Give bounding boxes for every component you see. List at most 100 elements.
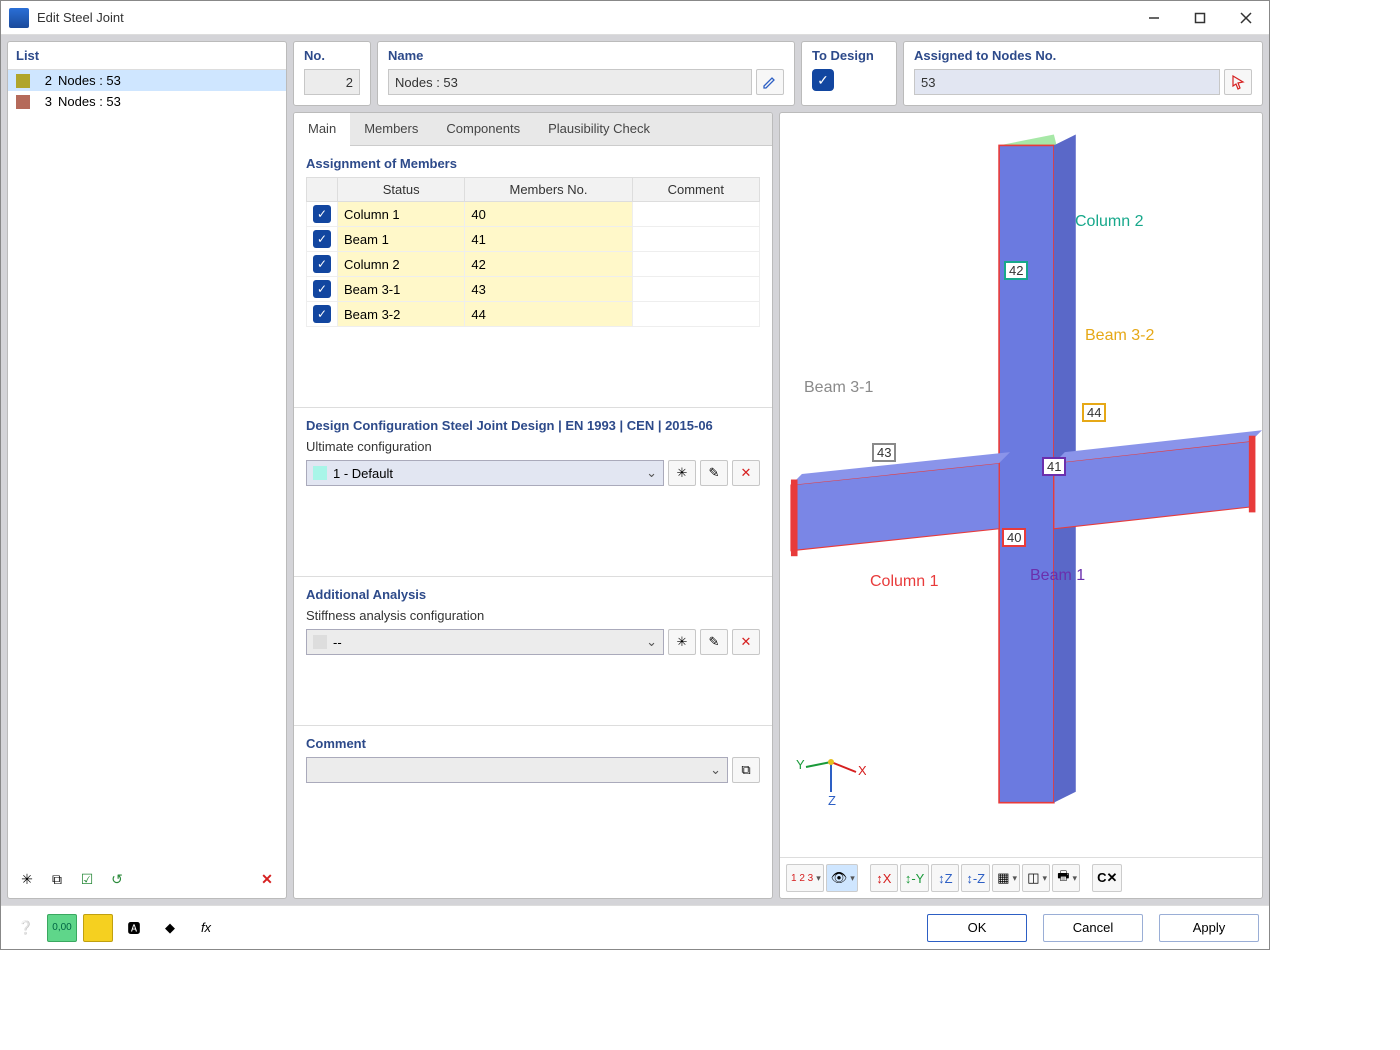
color-button[interactable] [83, 914, 113, 942]
minimize-button[interactable] [1131, 1, 1177, 35]
table-row[interactable]: ✓Beam 141 [307, 227, 760, 252]
numbering-button[interactable]: 1 2 3▾ [786, 864, 824, 892]
cell-comment [632, 277, 759, 302]
list-item[interactable]: 3 Nodes : 53 [8, 91, 286, 112]
copy-item-button[interactable]: ⧉ [44, 866, 70, 892]
row-checkbox[interactable]: ✓ [313, 255, 331, 273]
design-config-sub: Ultimate configuration [306, 439, 760, 454]
view-mode-button[interactable]: 👁▾ [826, 864, 858, 892]
list-toolbar: ✳ ⧉ ☑ ↺ ✕ [8, 860, 286, 898]
additional-title: Additional Analysis [306, 587, 760, 602]
delete-config-button[interactable]: ✕ [732, 460, 760, 486]
assigned-input[interactable] [914, 69, 1220, 95]
view-y-button[interactable]: ↕-Y [900, 864, 930, 892]
cell-status: Column 1 [338, 202, 465, 227]
view-x-button[interactable]: ↕X [870, 864, 898, 892]
card-name: Name [377, 41, 795, 106]
pick-nodes-button[interactable] [1224, 69, 1252, 95]
body-row: Main Members Components Plausibility Che… [293, 112, 1263, 899]
delete-item-button[interactable]: ✕ [254, 866, 280, 892]
tab-plausibility[interactable]: Plausibility Check [534, 113, 664, 145]
list-item-label: Nodes : 53 [58, 73, 121, 88]
card-to-design: To Design ✓ [801, 41, 897, 106]
cell-comment [632, 227, 759, 252]
close-button[interactable] [1223, 1, 1269, 35]
col-comment: Comment [632, 178, 759, 202]
col-status: Status [338, 178, 465, 202]
print-button[interactable]: 🖶▾ [1052, 864, 1080, 892]
row-checkbox[interactable]: ✓ [313, 205, 331, 223]
rendering-button[interactable]: ▦▾ [992, 864, 1020, 892]
new-stiffness-button[interactable]: ✳ [668, 629, 696, 655]
wireframe-button[interactable]: ◫▾ [1022, 864, 1050, 892]
cell-comment [632, 302, 759, 327]
comment-library-button[interactable]: ⧉ [732, 757, 760, 783]
viewer-canvas[interactable]: Column 2Beam 3-2Beam 3-1Column 1Beam 142… [780, 113, 1262, 857]
cell-members-no: 44 [465, 302, 632, 327]
ultimate-config-dropdown[interactable]: 1 - Default ⌄ [306, 460, 664, 486]
card-assigned: Assigned to Nodes No. [903, 41, 1263, 106]
comment-title: Comment [306, 736, 760, 751]
cell-status: Column 2 [338, 252, 465, 277]
view-neg-z-button[interactable]: ↕-Z [961, 864, 990, 892]
cube-icon: ▦ [997, 870, 1009, 886]
config-swatch-icon [313, 635, 327, 649]
row-checkbox[interactable]: ✓ [313, 305, 331, 323]
assignment-title: Assignment of Members [306, 156, 760, 171]
help-button[interactable]: ❔ [11, 914, 41, 942]
list-panel: List 2 Nodes : 53 3 Nodes : 53 ✳ ⧉ ☑ ↺ [7, 41, 287, 899]
row-checkbox[interactable]: ✓ [313, 280, 331, 298]
new-config-button[interactable]: ✳ [668, 460, 696, 486]
cell-members-no: 43 [465, 277, 632, 302]
row-checkbox[interactable]: ✓ [313, 230, 331, 248]
pencil-icon [762, 74, 778, 90]
maximize-button[interactable] [1177, 1, 1223, 35]
reset-view-button[interactable]: C✕ [1092, 864, 1122, 892]
table-row[interactable]: ✓Column 140 [307, 202, 760, 227]
list-item-label: Nodes : 53 [58, 94, 121, 109]
uncheck-item-button[interactable]: ↺ [104, 866, 130, 892]
tab-members[interactable]: Members [350, 113, 432, 145]
table-row[interactable]: ✓Beam 3-143 [307, 277, 760, 302]
design-config-title: Design Configuration Steel Joint Design … [306, 418, 760, 433]
edit-stiffness-button[interactable]: ✎ [700, 629, 728, 655]
viewer-tag: 40 [1002, 528, 1026, 547]
cancel-button[interactable]: Cancel [1043, 914, 1143, 942]
header-cards: No. Name To Design ✓ [293, 41, 1263, 106]
ok-button[interactable]: OK [927, 914, 1027, 942]
table-row[interactable]: ✓Column 242 [307, 252, 760, 277]
units-button[interactable]: 0,00 [47, 914, 77, 942]
to-design-checkbox[interactable]: ✓ [812, 69, 834, 91]
right-panel: No. Name To Design ✓ [293, 41, 1269, 899]
annotation-button[interactable]: 🅰 [119, 914, 149, 942]
new-item-button[interactable]: ✳ [14, 866, 40, 892]
list-item-num: 3 [36, 94, 52, 109]
ultimate-config-value: 1 - Default [333, 466, 393, 481]
section-additional: Additional Analysis Stiffness analysis c… [294, 577, 772, 726]
config-swatch-icon [313, 466, 327, 480]
table-row[interactable]: ✓Beam 3-244 [307, 302, 760, 327]
edit-config-button[interactable]: ✎ [700, 460, 728, 486]
name-input[interactable] [388, 69, 752, 95]
no-input[interactable] [304, 69, 360, 95]
app-icon [9, 8, 29, 28]
apply-button[interactable]: Apply [1159, 914, 1259, 942]
delete-stiffness-button[interactable]: ✕ [732, 629, 760, 655]
flag-icon: 🅰 [127, 918, 140, 937]
comment-dropdown[interactable]: ⌄ [306, 757, 728, 783]
tab-components[interactable]: Components [432, 113, 534, 145]
help-icon: ❔ [18, 920, 34, 936]
tabs: Main Members Components Plausibility Che… [294, 113, 772, 146]
view-z-button[interactable]: ↕Z [931, 864, 959, 892]
note-button[interactable]: ◆ [155, 914, 185, 942]
left-column: Main Members Components Plausibility Che… [293, 112, 773, 899]
svg-text:Z: Z [828, 793, 836, 807]
stiffness-config-dropdown[interactable]: -- ⌄ [306, 629, 664, 655]
tab-main[interactable]: Main [294, 113, 350, 146]
cell-comment [632, 202, 759, 227]
list-item[interactable]: 2 Nodes : 53 [8, 70, 286, 91]
main-area: List 2 Nodes : 53 3 Nodes : 53 ✳ ⧉ ☑ ↺ [1, 35, 1269, 905]
formula-button[interactable]: fx [191, 914, 221, 942]
check-item-button[interactable]: ☑ [74, 866, 100, 892]
edit-name-button[interactable] [756, 69, 784, 95]
